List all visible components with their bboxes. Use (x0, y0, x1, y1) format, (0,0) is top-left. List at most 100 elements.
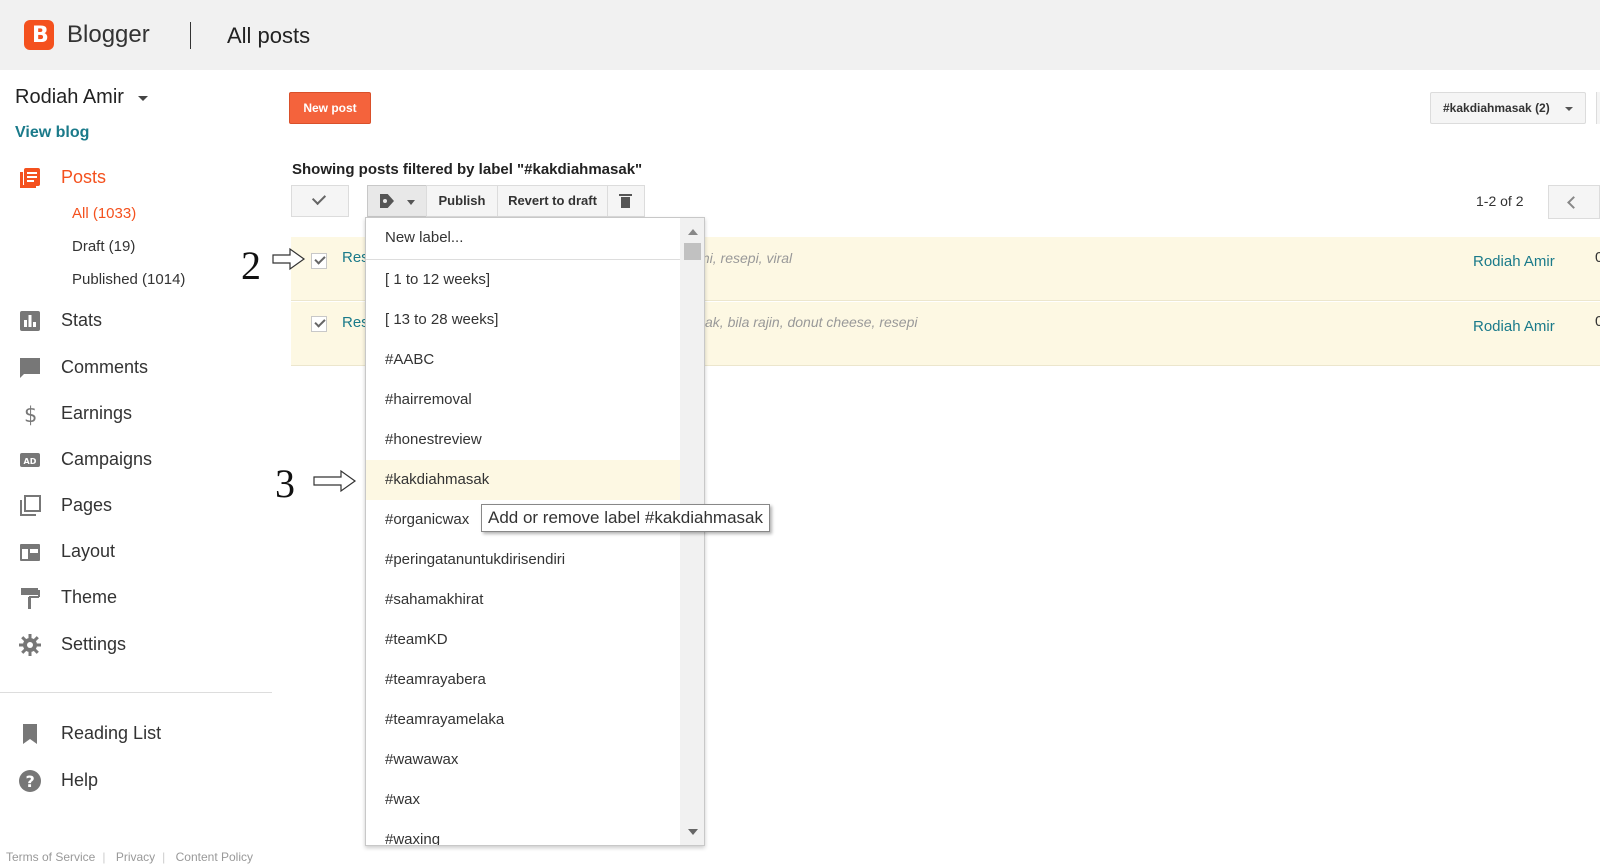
post-author[interactable]: Rodiah Amir (1473, 253, 1555, 270)
row-checkbox[interactable] (311, 316, 327, 332)
sidebar-item-label: Comments (61, 357, 149, 377)
filter-draft-posts[interactable]: Draft (19) (72, 238, 135, 255)
sidebar-item-label: Reading List (61, 723, 162, 743)
checkmark-icon (314, 316, 326, 328)
sidebar-item-label: Campaigns (61, 449, 153, 469)
scrollbar-thumb[interactable] (684, 243, 701, 260)
label-option[interactable]: [ 1 to 12 weeks] (366, 260, 680, 300)
label-option[interactable]: #wawawax (366, 740, 680, 780)
posts-icon (20, 168, 40, 188)
label-filter-value: #kakdiahmasak (2) (1443, 101, 1550, 115)
gear-icon (19, 634, 41, 656)
publish-button[interactable]: Publish (426, 185, 498, 217)
label-option[interactable]: #teamrayamelaka (366, 700, 680, 740)
view-blog-link[interactable]: View blog (15, 124, 89, 142)
label-option[interactable]: #honestreview (366, 420, 680, 460)
filter-description: Showing posts filtered by label "#kakdia… (292, 161, 643, 178)
checkmark-icon (311, 190, 327, 206)
sidebar-item-label: Posts (61, 167, 107, 187)
content-policy-link[interactable]: Content Policy (176, 850, 253, 864)
terms-link[interactable]: Terms of Service (6, 850, 95, 864)
revert-to-draft-button[interactable]: Revert to draft (497, 185, 608, 217)
select-all-checkbox[interactable] (291, 185, 349, 217)
sidebar-item-label: Settings (61, 634, 127, 654)
label-option[interactable]: #teamrayabera (366, 660, 680, 700)
pages-icon (20, 495, 41, 516)
label-option[interactable]: #AABC (366, 340, 680, 380)
sidebar-divider (0, 692, 272, 693)
header-divider (190, 22, 191, 49)
post-stat: 0 (1595, 313, 1600, 330)
chevron-down-icon (407, 200, 415, 205)
chevron-down-icon[interactable] (138, 96, 148, 101)
chevron-down-icon (1565, 107, 1573, 111)
sidebar-item-settings[interactable]: Settings (0, 627, 268, 663)
label-option[interactable]: #wax (366, 780, 680, 820)
label-option[interactable]: #sahamakhirat (366, 580, 680, 620)
post-labels[interactable]: sak, bila rajin, donut cheese, resepi (698, 314, 917, 330)
sidebar-item-theme[interactable]: Theme (0, 580, 268, 616)
privacy-link[interactable]: Privacy (116, 850, 155, 864)
dollar-icon: $ (24, 403, 37, 426)
sidebar-item-help[interactable]: ? Help (0, 763, 268, 799)
sidebar-item-stats[interactable]: Stats (0, 303, 268, 339)
label-option-highlighted[interactable]: #kakdiahmasak (366, 460, 680, 500)
svg-text:AD: AD (24, 457, 37, 466)
stats-icon (20, 311, 40, 331)
pagination-info: 1-2 of 2 (1476, 193, 1524, 209)
label-menu-button[interactable] (367, 185, 427, 217)
page-title: All posts (227, 23, 311, 48)
scroll-up-icon[interactable] (688, 229, 698, 235)
bookmark-icon (23, 724, 37, 744)
label-option[interactable]: [ 13 to 28 weeks] (366, 300, 680, 340)
tag-hole (383, 199, 387, 203)
new-post-button[interactable]: New post (289, 92, 371, 124)
footer-separator: | (162, 850, 166, 864)
post-author[interactable]: Rodiah Amir (1473, 318, 1555, 335)
footer-links: Terms of Service | Privacy | Content Polic… (6, 850, 260, 864)
sidebar-item-earnings[interactable]: $ Earnings (0, 396, 268, 432)
annotation-number: 3 (275, 461, 295, 506)
sidebar-item-label: Help (61, 770, 99, 790)
trash-icon (619, 194, 632, 208)
brand-name[interactable]: Blogger (67, 21, 150, 49)
top-bar: B Blogger All posts (0, 0, 1600, 70)
svg-text:?: ? (26, 772, 35, 791)
sidebar-item-pages[interactable]: Pages (0, 488, 268, 524)
comment-icon (20, 358, 40, 378)
paint-roller-icon (21, 588, 40, 609)
annotation-arrow-icon (313, 469, 357, 493)
sidebar-item-label: Earnings (61, 403, 133, 423)
scroll-down-icon[interactable] (688, 829, 698, 835)
filter-all-posts[interactable]: All (1033) (72, 205, 136, 222)
filter-published-posts[interactable]: Published (1014) (72, 271, 185, 288)
sidebar-item-label: Pages (61, 495, 113, 515)
sidebar-item-label: Stats (61, 310, 103, 330)
sidebar-item-comments[interactable]: Comments (0, 350, 268, 386)
delete-button[interactable] (607, 185, 645, 217)
new-label-option[interactable]: New label... (366, 218, 680, 258)
sidebar-item-posts[interactable]: Posts (0, 160, 268, 196)
layout-icon (20, 544, 40, 561)
sidebar-item-layout[interactable]: Layout (0, 534, 268, 570)
row-checkbox[interactable] (311, 253, 327, 269)
blog-selector[interactable]: Rodiah Amir (15, 86, 124, 109)
sidebar-item-campaigns[interactable]: AD Campaigns (0, 442, 268, 478)
blogger-logo-icon[interactable]: B (24, 20, 54, 50)
annotation-number: 2 (241, 243, 261, 288)
post-labels[interactable]: mi, resepi, viral (698, 250, 792, 266)
sidebar-item-label: Layout (61, 541, 116, 561)
label-filter-dropdown[interactable]: #kakdiahmasak (2) (1430, 92, 1586, 124)
label-option[interactable]: #teamKD (366, 620, 680, 660)
annotation-arrow-icon (272, 247, 306, 271)
previous-page-button[interactable] (1548, 185, 1600, 219)
label-option[interactable]: #hairremoval (366, 380, 680, 420)
footer-separator: | (102, 850, 106, 864)
label-option[interactable]: #peringatanuntukdirisendiri (366, 540, 680, 580)
label-tooltip: Add or remove label #kakdiahmasak (481, 504, 770, 532)
toolbar-edge-button[interactable] (1596, 92, 1600, 124)
checkmark-icon (314, 253, 326, 265)
sidebar-item-label: Theme (61, 587, 118, 607)
sidebar-item-reading-list[interactable]: Reading List (0, 716, 268, 752)
label-option[interactable]: #waxing (366, 820, 680, 845)
